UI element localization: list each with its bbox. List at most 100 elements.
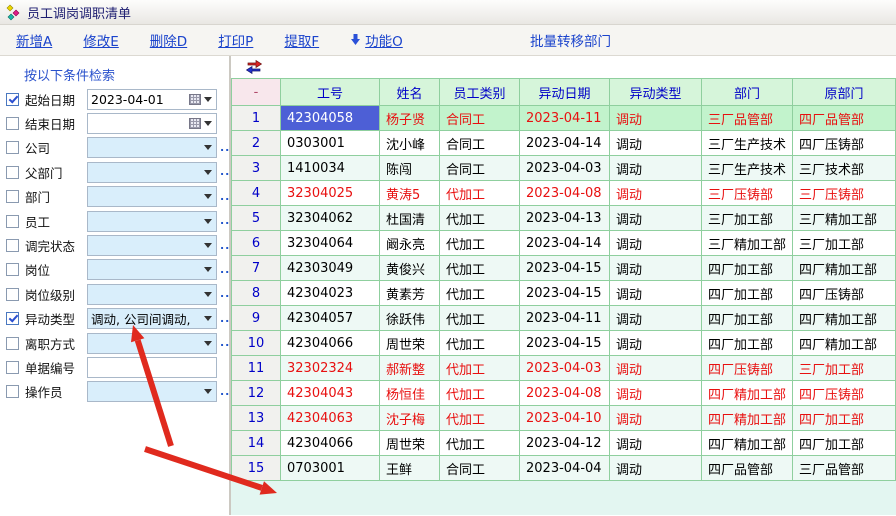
add-button[interactable]: 新增A (16, 30, 52, 50)
cell-department[interactable]: 四厂压铸部 (702, 356, 793, 381)
cell-employee-type[interactable]: 合同工 (440, 456, 520, 481)
parent-dept-checkbox[interactable] (6, 166, 19, 179)
cell-change-type[interactable]: 调动 (610, 256, 702, 281)
cell-department[interactable]: 四厂加工部 (702, 256, 793, 281)
cell-change-date[interactable]: 2023-04-11 (520, 106, 610, 131)
cell-row-selector[interactable]: 8 (232, 281, 281, 306)
cell-change-type[interactable]: 调动 (610, 356, 702, 381)
cell-name[interactable]: 杜国清 (380, 206, 440, 231)
cell-employee-type[interactable]: 合同工 (440, 156, 520, 181)
start-date-date-field[interactable]: 2023-04-01 (87, 89, 217, 110)
chevron-down-icon[interactable] (204, 292, 212, 297)
dept-more-button[interactable]: .. (220, 192, 233, 202)
cell-change-date[interactable]: 2023-04-04 (520, 456, 610, 481)
cell-original-department[interactable]: 四厂加工部 (793, 406, 896, 431)
cell-employee-id[interactable]: 32302324 (281, 356, 380, 381)
cell-change-date[interactable]: 2023-04-03 (520, 356, 610, 381)
start-date-checkbox[interactable] (6, 93, 19, 106)
cell-original-department[interactable]: 四厂压铸部 (793, 131, 896, 156)
cell-change-date[interactable]: 2023-04-12 (520, 431, 610, 456)
cell-row-selector[interactable]: 2 (232, 131, 281, 156)
cell-employee-id[interactable]: 32304025 (281, 181, 380, 206)
cell-change-type[interactable]: 调动 (610, 181, 702, 206)
cell-department[interactable]: 四厂加工部 (702, 281, 793, 306)
cell-row-selector[interactable]: 5 (232, 206, 281, 231)
leave-mode-checkbox[interactable] (6, 337, 19, 350)
cell-change-type[interactable]: 调动 (610, 231, 702, 256)
chevron-down-icon[interactable] (204, 389, 212, 394)
employee-combo[interactable] (87, 211, 217, 232)
end-date-date-field[interactable] (87, 113, 217, 134)
cell-change-date[interactable]: 2023-04-10 (520, 406, 610, 431)
cell-employee-id[interactable]: 42304057 (281, 306, 380, 331)
cell-department[interactable]: 四厂精加工部 (702, 381, 793, 406)
batch-transfer-button[interactable]: 批量转移部门 (530, 30, 611, 50)
cell-change-type[interactable]: 调动 (610, 406, 702, 431)
cell-change-type[interactable]: 调动 (610, 306, 702, 331)
cell-original-department[interactable]: 四厂精加工部 (793, 256, 896, 281)
cell-original-department[interactable]: 四厂精加工部 (793, 331, 896, 356)
cell-employee-type[interactable]: 代加工 (440, 306, 520, 331)
cell-employee-id[interactable]: 1410034 (281, 156, 380, 181)
cell-employee-type[interactable]: 代加工 (440, 206, 520, 231)
cell-employee-id[interactable]: 0303001 (281, 131, 380, 156)
company-combo[interactable] (87, 137, 217, 158)
cell-change-type[interactable]: 调动 (610, 156, 702, 181)
cell-change-type[interactable]: 调动 (610, 131, 702, 156)
operator-checkbox[interactable] (6, 385, 19, 398)
cell-original-department[interactable]: 四厂加工部 (793, 431, 896, 456)
cell-original-department[interactable]: 四厂品管部 (793, 106, 896, 131)
chevron-down-icon[interactable] (204, 145, 212, 150)
post-more-button[interactable]: .. (220, 265, 233, 275)
cell-employee-type[interactable]: 合同工 (440, 106, 520, 131)
cell-employee-id[interactable]: 42304058 (281, 106, 380, 131)
change-type-combo[interactable]: 调动, 公司间调动, (87, 308, 217, 329)
cell-change-date[interactable]: 2023-04-11 (520, 306, 610, 331)
col-header-change-date[interactable]: 异动日期 (520, 79, 610, 106)
cell-employee-id[interactable]: 42304066 (281, 431, 380, 456)
function-button[interactable]: 功能O (350, 30, 403, 50)
change-type-checkbox[interactable] (6, 312, 19, 325)
swap-transfer-icon[interactable] (245, 59, 263, 75)
cell-row-selector[interactable]: 1 (232, 106, 281, 131)
cell-employee-type[interactable]: 代加工 (440, 281, 520, 306)
col-header-name[interactable]: 姓名 (380, 79, 440, 106)
chevron-down-icon[interactable] (204, 219, 212, 224)
cell-department[interactable]: 四厂加工部 (702, 306, 793, 331)
cell-change-date[interactable]: 2023-04-03 (520, 156, 610, 181)
print-button[interactable]: 打印P (218, 30, 253, 50)
cell-employee-type[interactable]: 合同工 (440, 131, 520, 156)
cell-name[interactable]: 周世荣 (380, 431, 440, 456)
cell-department[interactable]: 四厂精加工部 (702, 431, 793, 456)
cell-employee-id[interactable]: 32304062 (281, 206, 380, 231)
post-checkbox[interactable] (6, 263, 19, 276)
cell-change-date[interactable]: 2023-04-08 (520, 381, 610, 406)
col-header-row-selector[interactable]: - (232, 79, 281, 106)
dept-combo[interactable] (87, 186, 217, 207)
cell-original-department[interactable]: 三厂精加工部 (793, 206, 896, 231)
cell-original-department[interactable]: 四厂精加工部 (793, 306, 896, 331)
cell-employee-type[interactable]: 代加工 (440, 231, 520, 256)
cell-name[interactable]: 黄素芳 (380, 281, 440, 306)
cell-row-selector[interactable]: 13 (232, 406, 281, 431)
cell-change-type[interactable]: 调动 (610, 456, 702, 481)
doc-no-checkbox[interactable] (6, 361, 19, 374)
cell-department[interactable]: 四厂品管部 (702, 456, 793, 481)
cell-row-selector[interactable]: 6 (232, 231, 281, 256)
cell-name[interactable]: 黄涛5 (380, 181, 440, 206)
edit-button[interactable]: 修改E (83, 30, 119, 50)
cell-employee-id[interactable]: 42304023 (281, 281, 380, 306)
cell-change-type[interactable]: 调动 (610, 331, 702, 356)
employee-checkbox[interactable] (6, 215, 19, 228)
cell-change-type[interactable]: 调动 (610, 431, 702, 456)
cell-change-date[interactable]: 2023-04-14 (520, 131, 610, 156)
cell-change-date[interactable]: 2023-04-15 (520, 331, 610, 356)
cell-employee-id[interactable]: 0703001 (281, 456, 380, 481)
end-date-checkbox[interactable] (6, 117, 19, 130)
cell-name[interactable]: 黄俊兴 (380, 256, 440, 281)
cell-original-department[interactable]: 三厂加工部 (793, 231, 896, 256)
company-checkbox[interactable] (6, 141, 19, 154)
cell-name[interactable]: 杨子贤 (380, 106, 440, 131)
chevron-down-icon[interactable] (204, 97, 212, 102)
cell-change-date[interactable]: 2023-04-13 (520, 206, 610, 231)
